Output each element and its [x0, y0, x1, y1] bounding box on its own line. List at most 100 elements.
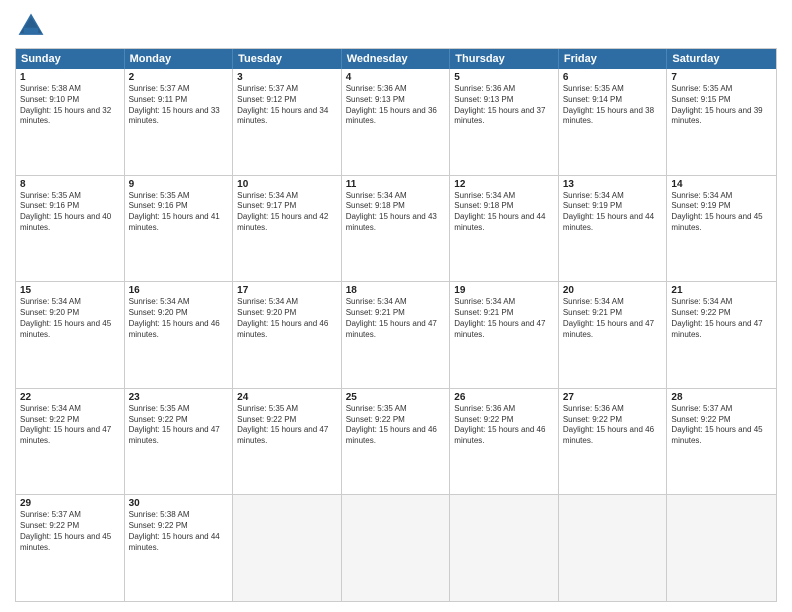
day-number: 18 — [346, 285, 446, 296]
calendar-cell: 6Sunrise: 5:35 AMSunset: 9:14 PMDaylight… — [559, 69, 668, 175]
cell-text: Sunrise: 5:34 AMSunset: 9:22 PMDaylight:… — [20, 404, 111, 445]
cell-text: Sunrise: 5:35 AMSunset: 9:22 PMDaylight:… — [346, 404, 437, 445]
cell-text: Sunrise: 5:37 AMSunset: 9:22 PMDaylight:… — [20, 510, 111, 551]
day-number: 4 — [346, 72, 446, 83]
day-number: 20 — [563, 285, 663, 296]
cell-text: Sunrise: 5:35 AMSunset: 9:16 PMDaylight:… — [20, 191, 111, 232]
calendar-cell — [233, 495, 342, 601]
calendar-cell: 19Sunrise: 5:34 AMSunset: 9:21 PMDayligh… — [450, 282, 559, 388]
cell-text: Sunrise: 5:34 AMSunset: 9:21 PMDaylight:… — [454, 297, 545, 338]
calendar-row: 29Sunrise: 5:37 AMSunset: 9:22 PMDayligh… — [16, 495, 776, 601]
day-number: 15 — [20, 285, 120, 296]
calendar-cell: 5Sunrise: 5:36 AMSunset: 9:13 PMDaylight… — [450, 69, 559, 175]
cell-text: Sunrise: 5:38 AMSunset: 9:22 PMDaylight:… — [129, 510, 220, 551]
calendar-row: 1Sunrise: 5:38 AMSunset: 9:10 PMDaylight… — [16, 69, 776, 176]
calendar-cell — [450, 495, 559, 601]
cell-text: Sunrise: 5:34 AMSunset: 9:18 PMDaylight:… — [454, 191, 545, 232]
day-header: Sunday — [16, 49, 125, 69]
day-number: 26 — [454, 392, 554, 403]
calendar-cell: 22Sunrise: 5:34 AMSunset: 9:22 PMDayligh… — [16, 389, 125, 495]
calendar-cell: 12Sunrise: 5:34 AMSunset: 9:18 PMDayligh… — [450, 176, 559, 282]
day-number: 8 — [20, 179, 120, 190]
calendar-cell: 16Sunrise: 5:34 AMSunset: 9:20 PMDayligh… — [125, 282, 234, 388]
cell-text: Sunrise: 5:37 AMSunset: 9:11 PMDaylight:… — [129, 84, 220, 125]
day-header: Thursday — [450, 49, 559, 69]
day-number: 5 — [454, 72, 554, 83]
calendar-cell: 28Sunrise: 5:37 AMSunset: 9:22 PMDayligh… — [667, 389, 776, 495]
calendar-cell: 18Sunrise: 5:34 AMSunset: 9:21 PMDayligh… — [342, 282, 451, 388]
calendar-cell: 27Sunrise: 5:36 AMSunset: 9:22 PMDayligh… — [559, 389, 668, 495]
cell-text: Sunrise: 5:37 AMSunset: 9:12 PMDaylight:… — [237, 84, 328, 125]
day-number: 30 — [129, 498, 229, 509]
calendar-row: 8Sunrise: 5:35 AMSunset: 9:16 PMDaylight… — [16, 176, 776, 283]
calendar-cell: 9Sunrise: 5:35 AMSunset: 9:16 PMDaylight… — [125, 176, 234, 282]
day-number: 29 — [20, 498, 120, 509]
day-number: 24 — [237, 392, 337, 403]
day-number: 1 — [20, 72, 120, 83]
calendar-cell: 17Sunrise: 5:34 AMSunset: 9:20 PMDayligh… — [233, 282, 342, 388]
day-number: 11 — [346, 179, 446, 190]
cell-text: Sunrise: 5:35 AMSunset: 9:15 PMDaylight:… — [671, 84, 762, 125]
calendar-cell: 23Sunrise: 5:35 AMSunset: 9:22 PMDayligh… — [125, 389, 234, 495]
cell-text: Sunrise: 5:37 AMSunset: 9:22 PMDaylight:… — [671, 404, 762, 445]
day-number: 14 — [671, 179, 772, 190]
cell-text: Sunrise: 5:35 AMSunset: 9:22 PMDaylight:… — [129, 404, 220, 445]
day-number: 22 — [20, 392, 120, 403]
cell-text: Sunrise: 5:34 AMSunset: 9:21 PMDaylight:… — [563, 297, 654, 338]
calendar: SundayMondayTuesdayWednesdayThursdayFrid… — [15, 48, 777, 602]
cell-text: Sunrise: 5:34 AMSunset: 9:17 PMDaylight:… — [237, 191, 328, 232]
cell-text: Sunrise: 5:34 AMSunset: 9:20 PMDaylight:… — [237, 297, 328, 338]
calendar-cell — [667, 495, 776, 601]
cell-text: Sunrise: 5:38 AMSunset: 9:10 PMDaylight:… — [20, 84, 111, 125]
logo-icon — [15, 10, 47, 42]
cell-text: Sunrise: 5:34 AMSunset: 9:19 PMDaylight:… — [671, 191, 762, 232]
day-number: 21 — [671, 285, 772, 296]
day-number: 19 — [454, 285, 554, 296]
calendar-cell: 30Sunrise: 5:38 AMSunset: 9:22 PMDayligh… — [125, 495, 234, 601]
calendar-cell: 15Sunrise: 5:34 AMSunset: 9:20 PMDayligh… — [16, 282, 125, 388]
calendar-cell: 7Sunrise: 5:35 AMSunset: 9:15 PMDaylight… — [667, 69, 776, 175]
day-number: 25 — [346, 392, 446, 403]
cell-text: Sunrise: 5:35 AMSunset: 9:16 PMDaylight:… — [129, 191, 220, 232]
logo — [15, 10, 51, 42]
calendar-cell: 14Sunrise: 5:34 AMSunset: 9:19 PMDayligh… — [667, 176, 776, 282]
day-number: 2 — [129, 72, 229, 83]
day-number: 23 — [129, 392, 229, 403]
day-number: 17 — [237, 285, 337, 296]
day-header: Saturday — [667, 49, 776, 69]
calendar-cell — [342, 495, 451, 601]
calendar-cell: 10Sunrise: 5:34 AMSunset: 9:17 PMDayligh… — [233, 176, 342, 282]
header — [15, 10, 777, 42]
calendar-cell: 29Sunrise: 5:37 AMSunset: 9:22 PMDayligh… — [16, 495, 125, 601]
calendar-row: 22Sunrise: 5:34 AMSunset: 9:22 PMDayligh… — [16, 389, 776, 496]
page: SundayMondayTuesdayWednesdayThursdayFrid… — [0, 0, 792, 612]
calendar-cell — [559, 495, 668, 601]
calendar-cell: 25Sunrise: 5:35 AMSunset: 9:22 PMDayligh… — [342, 389, 451, 495]
calendar-cell: 2Sunrise: 5:37 AMSunset: 9:11 PMDaylight… — [125, 69, 234, 175]
calendar-cell: 4Sunrise: 5:36 AMSunset: 9:13 PMDaylight… — [342, 69, 451, 175]
day-number: 28 — [671, 392, 772, 403]
cell-text: Sunrise: 5:34 AMSunset: 9:22 PMDaylight:… — [671, 297, 762, 338]
cell-text: Sunrise: 5:34 AMSunset: 9:19 PMDaylight:… — [563, 191, 654, 232]
day-header: Monday — [125, 49, 234, 69]
calendar-cell: 13Sunrise: 5:34 AMSunset: 9:19 PMDayligh… — [559, 176, 668, 282]
calendar-row: 15Sunrise: 5:34 AMSunset: 9:20 PMDayligh… — [16, 282, 776, 389]
calendar-cell: 26Sunrise: 5:36 AMSunset: 9:22 PMDayligh… — [450, 389, 559, 495]
calendar-body: 1Sunrise: 5:38 AMSunset: 9:10 PMDaylight… — [16, 69, 776, 601]
cell-text: Sunrise: 5:35 AMSunset: 9:14 PMDaylight:… — [563, 84, 654, 125]
calendar-cell: 3Sunrise: 5:37 AMSunset: 9:12 PMDaylight… — [233, 69, 342, 175]
cell-text: Sunrise: 5:35 AMSunset: 9:22 PMDaylight:… — [237, 404, 328, 445]
cell-text: Sunrise: 5:34 AMSunset: 9:18 PMDaylight:… — [346, 191, 437, 232]
cell-text: Sunrise: 5:34 AMSunset: 9:20 PMDaylight:… — [20, 297, 111, 338]
day-number: 13 — [563, 179, 663, 190]
day-number: 10 — [237, 179, 337, 190]
calendar-cell: 8Sunrise: 5:35 AMSunset: 9:16 PMDaylight… — [16, 176, 125, 282]
calendar-cell: 1Sunrise: 5:38 AMSunset: 9:10 PMDaylight… — [16, 69, 125, 175]
day-number: 12 — [454, 179, 554, 190]
day-number: 16 — [129, 285, 229, 296]
cell-text: Sunrise: 5:36 AMSunset: 9:22 PMDaylight:… — [563, 404, 654, 445]
day-number: 7 — [671, 72, 772, 83]
calendar-cell: 20Sunrise: 5:34 AMSunset: 9:21 PMDayligh… — [559, 282, 668, 388]
cell-text: Sunrise: 5:36 AMSunset: 9:22 PMDaylight:… — [454, 404, 545, 445]
day-header: Friday — [559, 49, 668, 69]
